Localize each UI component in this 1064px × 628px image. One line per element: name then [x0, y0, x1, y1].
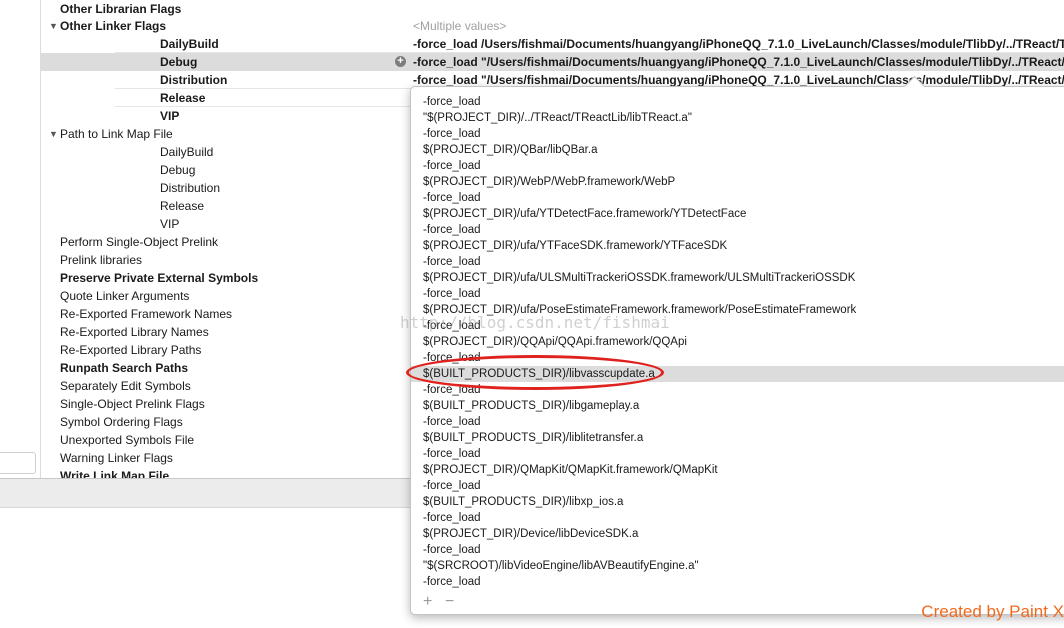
flag-entry[interactable]: -force_load [411, 318, 1064, 334]
config-row-debug[interactable]: Debug + -force_load "/Users/fishmai/Docu… [41, 53, 1064, 71]
flag-entry[interactable]: -force_load [411, 446, 1064, 462]
flag-entry[interactable]: -force_load [411, 222, 1064, 238]
config-name: DailyBuild [160, 37, 219, 51]
setting-name: Re-Exported Library Paths [60, 343, 202, 357]
flag-entry[interactable]: -force_load [411, 126, 1064, 142]
setting-name: Perform Single-Object Prelink [60, 235, 219, 249]
setting-name: Warning Linker Flags [60, 451, 173, 465]
multiple-values-popover: -force_load "$(PROJECT_DIR)/../TReact/TRe… [410, 75, 1064, 615]
setting-name: Other Linker Flags [60, 19, 167, 33]
config-name: Distribution [160, 73, 228, 87]
setting-name: Write Link Map File [60, 469, 170, 478]
config-name: VIP [160, 109, 180, 123]
credit-text: Created by Paint X [921, 602, 1064, 621]
config-value[interactable]: -force_load "/Users/fishmai/Documents/hu… [413, 53, 1064, 71]
flag-entry[interactable]: $(PROJECT_DIR)/QBar/libQBar.a [411, 142, 1064, 158]
setting-name: Preserve Private External Symbols [60, 271, 259, 285]
disclosure-triangle-icon[interactable]: ▼ [49, 17, 58, 35]
config-value[interactable]: -force_load /Users/fishmai/Documents/hua… [413, 35, 1064, 53]
setting-name: Other Librarian Flags [60, 2, 182, 16]
flag-entry[interactable]: -force_load [411, 158, 1064, 174]
setting-name: Unexported Symbols File [60, 433, 195, 447]
flag-entry[interactable]: -force_load [411, 414, 1064, 430]
flag-entry[interactable]: "$(PROJECT_DIR)/../TReact/TReactLib/libT… [411, 110, 1064, 126]
setting-name: Symbol Ordering Flags [60, 415, 183, 429]
flag-entry[interactable]: "$(SRCROOT)/libVideoEngine/libAVBeautify… [411, 558, 1064, 574]
flag-entry[interactable]: $(BUILT_PRODUCTS_DIR)/libxp_ios.a [411, 494, 1064, 510]
flag-entry[interactable]: -force_load [411, 542, 1064, 558]
flags-list[interactable]: -force_load "$(PROJECT_DIR)/../TReact/TRe… [411, 94, 1064, 594]
flag-entry[interactable]: -force_load [411, 510, 1064, 526]
remove-button[interactable]: − [445, 593, 454, 611]
flag-entry[interactable]: $(PROJECT_DIR)/QQApi/QQApi.framework/QQA… [411, 334, 1064, 350]
setting-name: Path to Link Map File [60, 127, 173, 141]
flag-entry[interactable]: -force_load [411, 350, 1064, 366]
disclosure-triangle-icon[interactable]: ▼ [49, 125, 58, 143]
flag-entry[interactable]: -force_load [411, 286, 1064, 302]
flag-entry[interactable]: $(PROJECT_DIR)/ufa/YTFaceSDK.framework/Y… [411, 238, 1064, 254]
flag-entry[interactable]: $(BUILT_PRODUCTS_DIR)/libvasscupdate.a [411, 366, 1064, 382]
flag-entry[interactable]: $(PROJECT_DIR)/QMapKit/QMapKit.framework… [411, 462, 1064, 478]
config-name: Debug [160, 55, 198, 69]
config-row-dailybuild[interactable]: DailyBuild -force_load /Users/fishmai/Do… [41, 35, 1064, 53]
flag-entry[interactable]: -force_load [411, 574, 1064, 590]
config-name: DailyBuild [160, 145, 214, 159]
config-name: VIP [160, 217, 180, 231]
flag-entry[interactable]: $(PROJECT_DIR)/ufa/PoseEstimateFramework… [411, 302, 1064, 318]
flag-entry[interactable]: -force_load [411, 478, 1064, 494]
flag-entry[interactable]: -force_load [411, 94, 1064, 110]
flag-entry[interactable]: -force_load [411, 190, 1064, 206]
config-name: Debug [160, 163, 196, 177]
setting-name: Single-Object Prelink Flags [60, 397, 205, 411]
setting-name: Prelink libraries [60, 253, 143, 267]
setting-name: Runpath Search Paths [60, 361, 189, 375]
setting-value[interactable]: <Multiple values> [413, 17, 506, 35]
flag-entry[interactable]: $(PROJECT_DIR)/Device/libDeviceSDK.a [411, 526, 1064, 542]
config-name: Distribution [160, 181, 221, 195]
flag-entry[interactable]: $(PROJECT_DIR)/ufa/YTDetectFace.framewor… [411, 206, 1064, 222]
config-name: Release [160, 199, 205, 213]
setting-name: Re-Exported Library Names [60, 325, 209, 339]
config-name: Release [160, 91, 206, 105]
flag-entry[interactable]: $(BUILT_PRODUCTS_DIR)/libgameplay.a [411, 398, 1064, 414]
add-button[interactable]: + [423, 593, 432, 611]
setting-row-other-librarian-flags[interactable]: Other Librarian Flags [41, 0, 1064, 18]
flag-entry[interactable]: $(PROJECT_DIR)/WebP/WebP.framework/WebP [411, 174, 1064, 190]
left-gutter [0, 0, 41, 478]
flag-entry[interactable]: $(BUILT_PRODUCTS_DIR)/liblitetransfer.a [411, 430, 1064, 446]
setting-name: Separately Edit Symbols [60, 379, 191, 393]
flag-entry[interactable]: -force_load [411, 254, 1064, 270]
gutter-filter-field[interactable] [0, 452, 36, 474]
setting-name: Quote Linker Arguments [60, 289, 190, 303]
flag-entry[interactable]: -force_load [411, 382, 1064, 398]
add-condition-icon[interactable]: + [395, 56, 406, 67]
setting-name: Re-Exported Framework Names [60, 307, 233, 321]
setting-row-other-linker-flags[interactable]: ▼ Other Linker Flags <Multiple values> [41, 17, 1064, 35]
flag-entry[interactable]: $(PROJECT_DIR)/ufa/ULSMultiTrackeriOSSDK… [411, 270, 1064, 286]
